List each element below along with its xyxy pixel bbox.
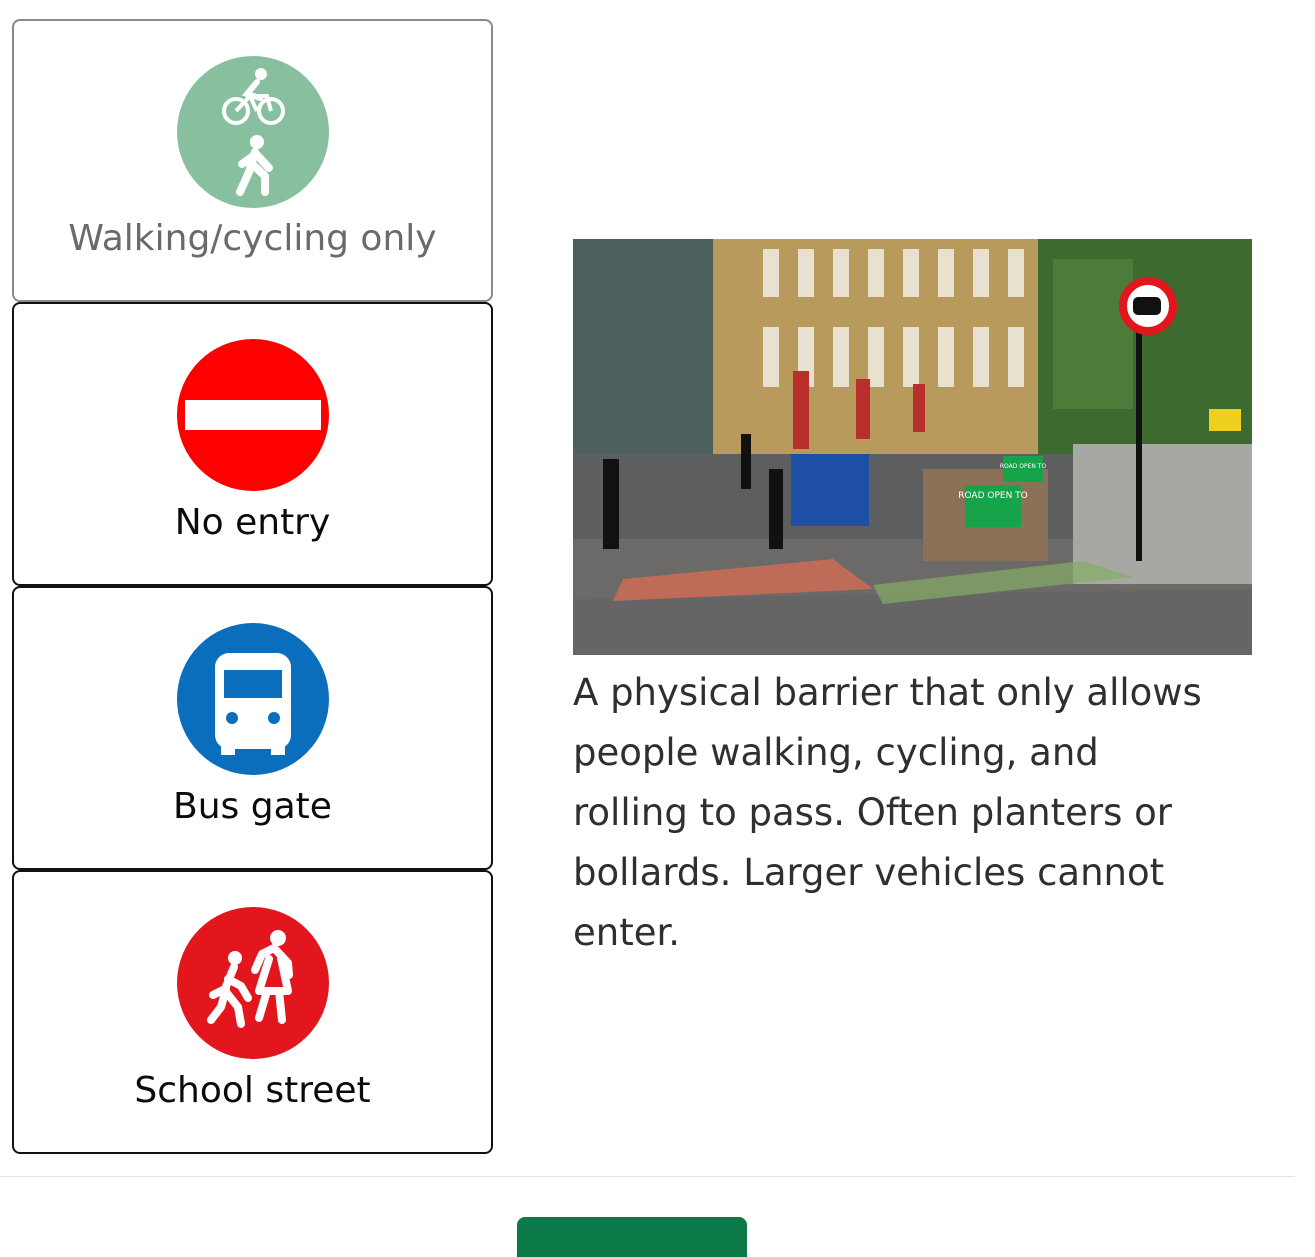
option-list: Walking/cycling only No entry Bus gate S… xyxy=(12,19,493,1154)
footer-divider xyxy=(0,1176,1295,1177)
option-bus-gate[interactable]: Bus gate xyxy=(12,586,493,870)
photo-sign-label: ROAD OPEN TO xyxy=(958,491,1028,501)
bus-icon xyxy=(176,623,329,775)
option-label: Walking/cycling only xyxy=(68,218,437,259)
option-label: No entry xyxy=(174,502,331,543)
option-walking-cycling[interactable]: Walking/cycling only xyxy=(12,19,493,302)
walking-cycling-icon xyxy=(176,56,329,208)
option-label: School street xyxy=(134,1070,371,1111)
option-school-street[interactable]: School street xyxy=(12,870,493,1154)
school-children-icon xyxy=(176,907,329,1059)
no-entry-icon xyxy=(176,339,329,491)
modal-filter-photo: ROAD OPEN TO ROAD OPEN TO xyxy=(573,239,1252,655)
detail-panel: ROAD OPEN TO ROAD OPEN TO A physical bar… xyxy=(573,239,1253,963)
option-label: Bus gate xyxy=(173,786,332,827)
option-no-entry[interactable]: No entry xyxy=(12,302,493,586)
continue-button[interactable] xyxy=(517,1217,747,1257)
description-text: A physical barrier that only allows peop… xyxy=(573,671,1202,954)
photo-sign-small-label: ROAD OPEN TO xyxy=(1000,463,1047,470)
